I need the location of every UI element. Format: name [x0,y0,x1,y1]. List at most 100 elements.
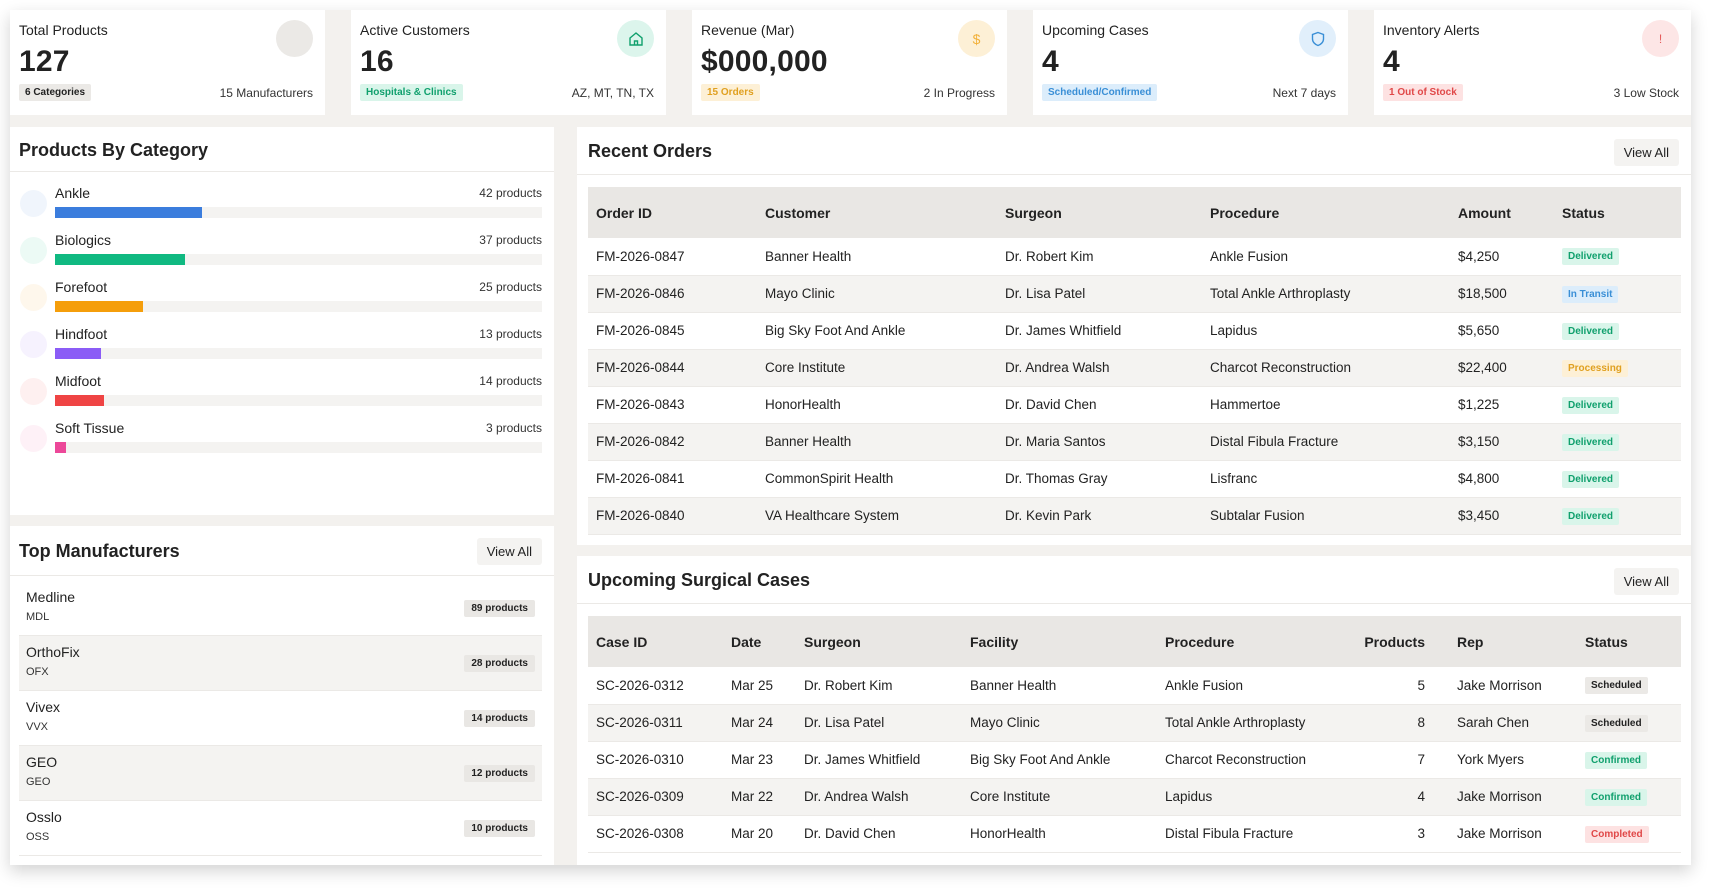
category-row-ankle[interactable]: Ankle 42 products [10,173,554,225]
stat-card-total-products[interactable]: Total Products 127 6 Categories 15 Manuf… [10,10,325,115]
manufacturer-row-medline[interactable]: Medline MDL 89 products [19,581,542,636]
order-row[interactable]: FM-2026-0845 Big Sky Foot And Ankle Dr. Ja… [588,312,1681,350]
order-procedure: Total Ankle Arthroplasty [1202,275,1450,313]
case-status-cell: Scheduled [1577,667,1681,705]
case-id: SC-2026-0309 [588,778,723,816]
panel-header: Products By Category [10,127,554,172]
order-row[interactable]: FM-2026-0847 Banner Health Dr. Robert Kim A… [588,238,1681,276]
case-surgeon: Dr. James Whitfield [796,741,962,779]
category-row-midfoot[interactable]: Midfoot 14 products [10,361,554,413]
category-row-forefoot[interactable]: Forefoot 25 products [10,267,554,319]
manufacturer-product-count-badge: 10 products [464,820,535,837]
manufacturer-name: Vivex [26,699,60,715]
manufacturer-code: VVX [26,721,49,733]
category-row-hindfoot[interactable]: Hindfoot 13 products [10,314,554,366]
category-row-biologics[interactable]: Biologics 37 products [10,220,554,272]
order-row[interactable]: FM-2026-0846 Mayo Clinic Dr. Lisa Patel Tot… [588,275,1681,313]
view-all-manufacturers-button[interactable]: View All [476,538,542,565]
category-bar-fill [55,442,66,453]
manufacturer-name: Medline [26,589,76,605]
stat-card-active-customers[interactable]: Active Customers 16 Hospitals & Clinics … [351,10,666,115]
status-badge: Delivered [1562,507,1620,525]
order-status-cell: Delivered [1554,423,1681,461]
manufacturer-name: OrthoFix [26,644,80,660]
stat-title: Active Customers [360,22,470,38]
order-status-cell: Delivered [1554,238,1681,276]
category-dot-icon [20,425,47,452]
order-surgeon: Dr. Andrea Walsh [997,349,1202,387]
status-badge: Completed [1585,825,1649,843]
panel-title: Products By Category [19,140,209,160]
case-date: Mar 23 [723,741,796,779]
column-header-facility: Facility [962,616,1157,667]
case-facility: Big Sky Foot And Ankle [962,741,1157,779]
manufacturer-row-orthofix[interactable]: OrthoFix OFX 28 products [19,636,542,691]
case-row[interactable]: SC-2026-0312 Mar 25 Dr. Robert Kim Banner H… [588,667,1681,705]
column-header-procedure: Procedure [1157,616,1344,667]
view-all-cases-button[interactable]: View All [1613,568,1679,595]
status-badge: In Transit [1562,285,1619,303]
stat-title: Revenue (Mar) [701,22,795,38]
case-row[interactable]: SC-2026-0311 Mar 24 Dr. Lisa Patel Mayo Cli… [588,704,1681,742]
order-row[interactable]: FM-2026-0840 VA Healthcare System Dr. Kevi… [588,497,1681,535]
case-rep: York Myers [1449,741,1577,779]
category-name: Ankle [55,185,91,201]
case-row[interactable]: SC-2026-0309 Mar 22 Dr. Andrea Walsh Core I… [588,778,1681,816]
order-procedure: Distal Fibula Fracture [1202,423,1450,461]
status-badge: Delivered [1562,248,1620,266]
case-rep: Sarah Chen [1449,704,1577,742]
order-procedure: Hammertoe [1202,386,1450,424]
cases-header-row: Case ID Date Surgeon Facility Procedure Produ… [588,616,1681,667]
status-badge: Scheduled [1585,677,1648,695]
case-status-cell: Confirmed [1577,741,1681,779]
manufacturer-row-osslo[interactable]: Osslo OSS 10 products [19,801,542,856]
category-dot-icon [20,284,47,311]
category-name: Midfoot [55,373,101,389]
order-row[interactable]: FM-2026-0841 CommonSpirit Health Dr. Thoma… [588,460,1681,498]
view-all-orders-button[interactable]: View All [1613,139,1679,166]
case-date: Mar 20 [723,815,796,853]
category-name: Forefoot [55,279,108,295]
order-customer: Banner Health [757,238,997,276]
orders-table: Order ID Customer Surgeon Procedure Amount St… [588,187,1681,535]
case-row[interactable]: SC-2026-0308 Mar 20 Dr. David Chen HonorHea… [588,815,1681,853]
manufacturer-code: MDL [26,611,50,623]
category-bar-track [55,442,542,453]
panel-header: Recent Orders View All [577,127,1691,175]
stat-title: Inventory Alerts [1383,22,1480,38]
stat-badge: 6 Categories [19,84,92,101]
category-bar-track [55,254,542,265]
case-row[interactable]: SC-2026-0310 Mar 23 Dr. James Whitfield Big… [588,741,1681,779]
manufacturer-row-vivex[interactable]: Vivex VVX 14 products [19,691,542,746]
category-bar-track [55,207,542,218]
order-surgeon: Dr. David Chen [997,386,1202,424]
order-surgeon: Dr. Robert Kim [997,238,1202,276]
category-name: Hindfoot [55,326,108,342]
top-manufacturers-panel: Top Manufacturers View All Medline MDL 89 … [10,526,554,865]
category-dot-icon [20,237,47,264]
stat-card-inventory-alerts[interactable]: Inventory Alerts 4 1 Out of Stock 3 Low … [1374,10,1691,115]
column-header-products: Products [1344,616,1449,667]
case-id: SC-2026-0312 [588,667,723,705]
stat-value: 4 [1042,45,1059,78]
column-header-amount: Amount [1450,187,1554,238]
order-row[interactable]: FM-2026-0842 Banner Health Dr. Maria Santo… [588,423,1681,461]
order-row[interactable]: FM-2026-0843 HonorHealth Dr. David Chen Ham… [588,386,1681,424]
category-row-soft-tissue[interactable]: Soft Tissue 3 products [10,408,554,460]
stat-note: 3 Low Stock [1613,86,1679,100]
column-header-surgeon: Surgeon [997,187,1202,238]
manufacturer-row-geo[interactable]: GEO GEO 12 products [19,746,542,801]
column-header-status: Status [1577,616,1681,667]
stat-card-upcoming-cases[interactable]: Upcoming Cases 4 Scheduled/Confirmed Nex… [1033,10,1348,115]
case-procedure: Total Ankle Arthroplasty [1157,704,1344,742]
order-row[interactable]: FM-2026-0844 Core Institute Dr. Andrea Wal… [588,349,1681,387]
case-rep: Jake Morrison [1449,667,1577,705]
column-header-status: Status [1554,187,1681,238]
category-bar-fill [55,301,143,312]
manufacturer-code: OSS [26,831,50,843]
order-id: FM-2026-0845 [588,312,757,350]
manufacturer-code: GEO [26,776,51,788]
case-status-cell: Scheduled [1577,704,1681,742]
stat-card-revenue[interactable]: Revenue (Mar) $000,000 15 Orders 2 In Pr… [692,10,1007,115]
manufacturer-code: OFX [26,666,49,678]
